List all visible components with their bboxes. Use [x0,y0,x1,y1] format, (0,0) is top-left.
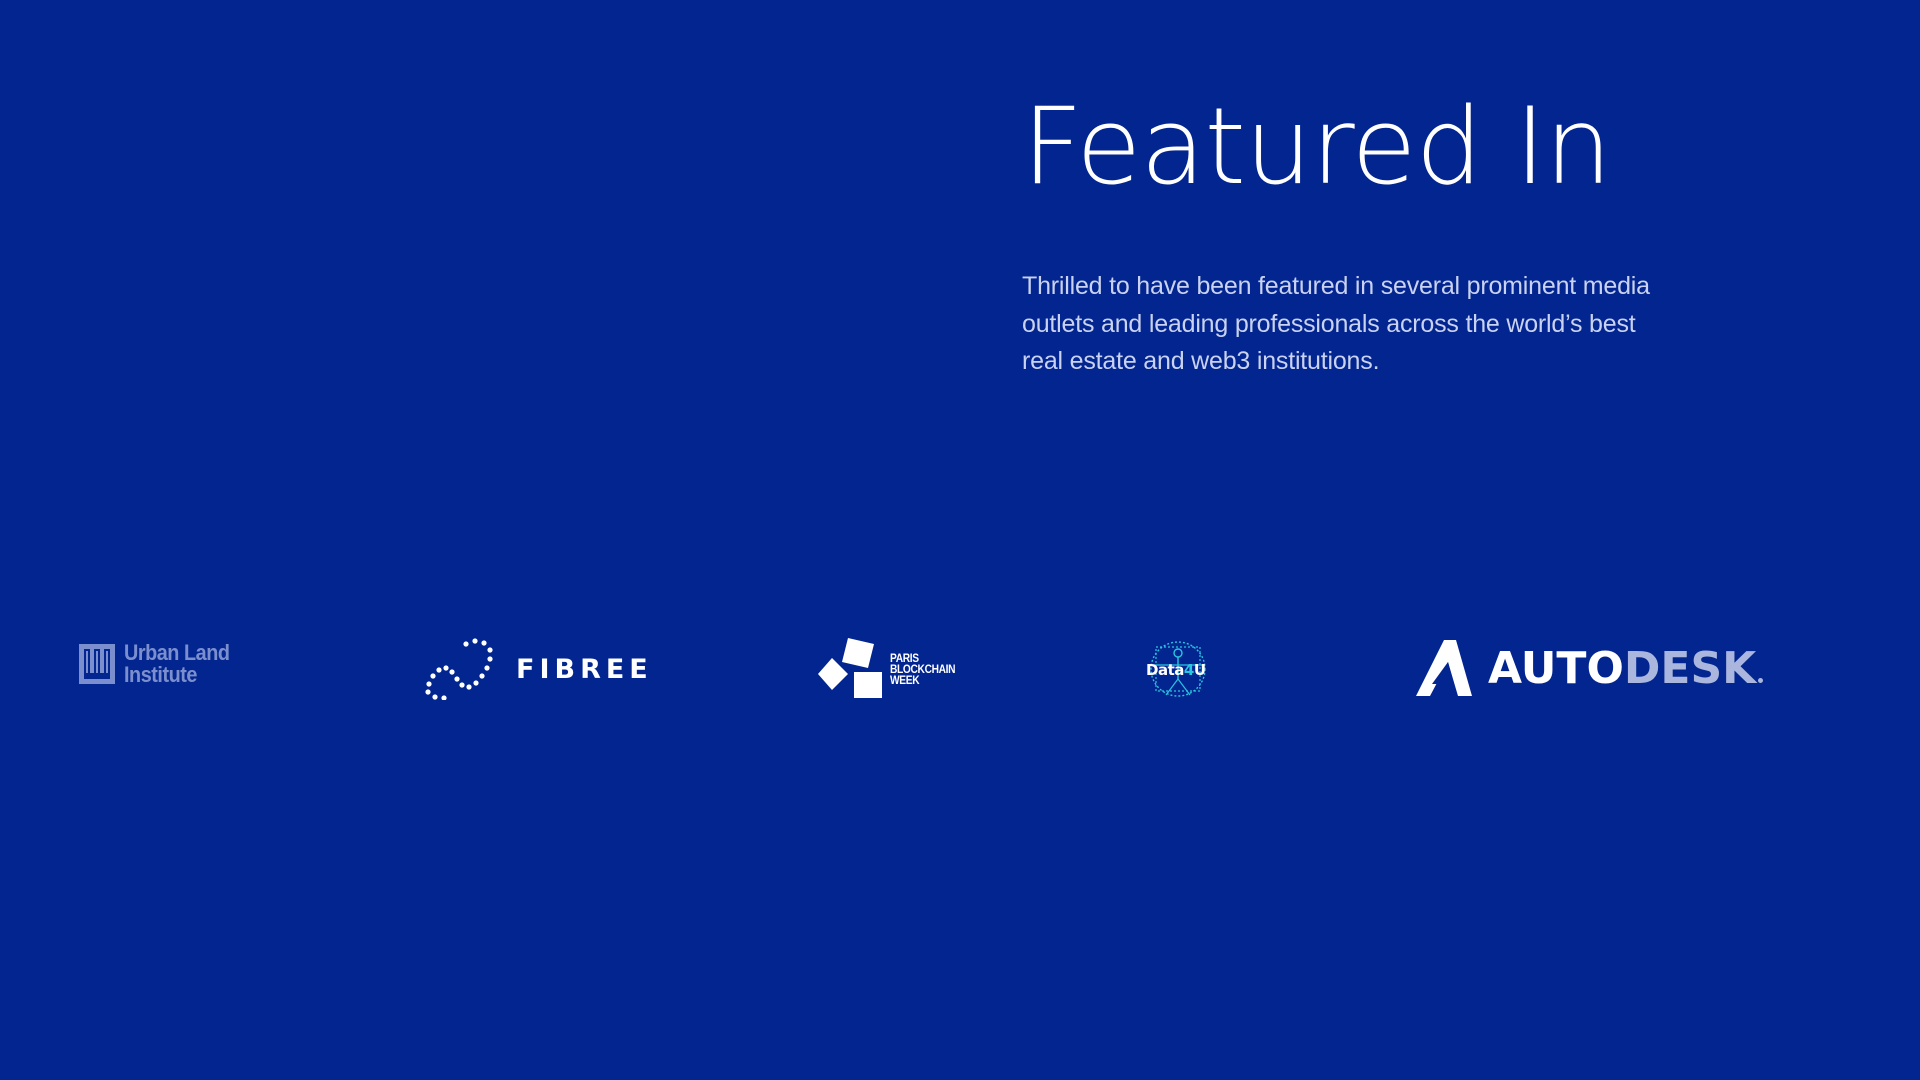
fibree-wordmark: FIBREE [516,653,653,685]
logo-row: Urban Land Institute FIBREE PARIS BLOCKC… [0,620,1920,720]
data4u-word-u: U [1193,661,1206,679]
uli-wordmark: Urban Land Institute [124,642,230,686]
data4u-word-4: 4 [1183,661,1194,679]
autodesk-wordmark: AUTODESK [1488,642,1764,694]
autodesk-word-desk: DESK [1623,642,1757,694]
data4u-wordmark: Data4U [1146,661,1206,679]
featured-in-section: Featured In Thrilled to have been featur… [0,0,1920,1080]
autodesk-logo[interactable]: AUTODESK [1414,638,1764,698]
autodesk-registered-mark [1758,677,1764,683]
pbw-cubes-icon [818,638,882,698]
uli-line-1: Urban Land [124,640,230,665]
uli-line-2: Institute [124,662,197,687]
fibree-logo[interactable]: FIBREE [424,638,653,700]
autodesk-word-auto: AUTO [1488,642,1624,694]
autodesk-a-icon [1416,640,1472,696]
urban-land-institute-logo[interactable]: Urban Land Institute [78,642,241,686]
section-description: Thrilled to have been featured in severa… [1022,272,1650,375]
data4u-logo[interactable]: Data4U [1144,639,1214,699]
paris-blockchain-week-logo[interactable]: PARIS BLOCKCHAIN WEEK [818,638,967,700]
pbw-line-3: WEEK [890,672,920,687]
pbw-wordmark: PARIS BLOCKCHAIN WEEK [890,652,956,687]
section-heading: Featured In [1022,85,1612,208]
data4u-word-data: Data [1146,661,1184,679]
uli-icon [79,644,115,684]
fibree-dots-icon [425,638,493,700]
